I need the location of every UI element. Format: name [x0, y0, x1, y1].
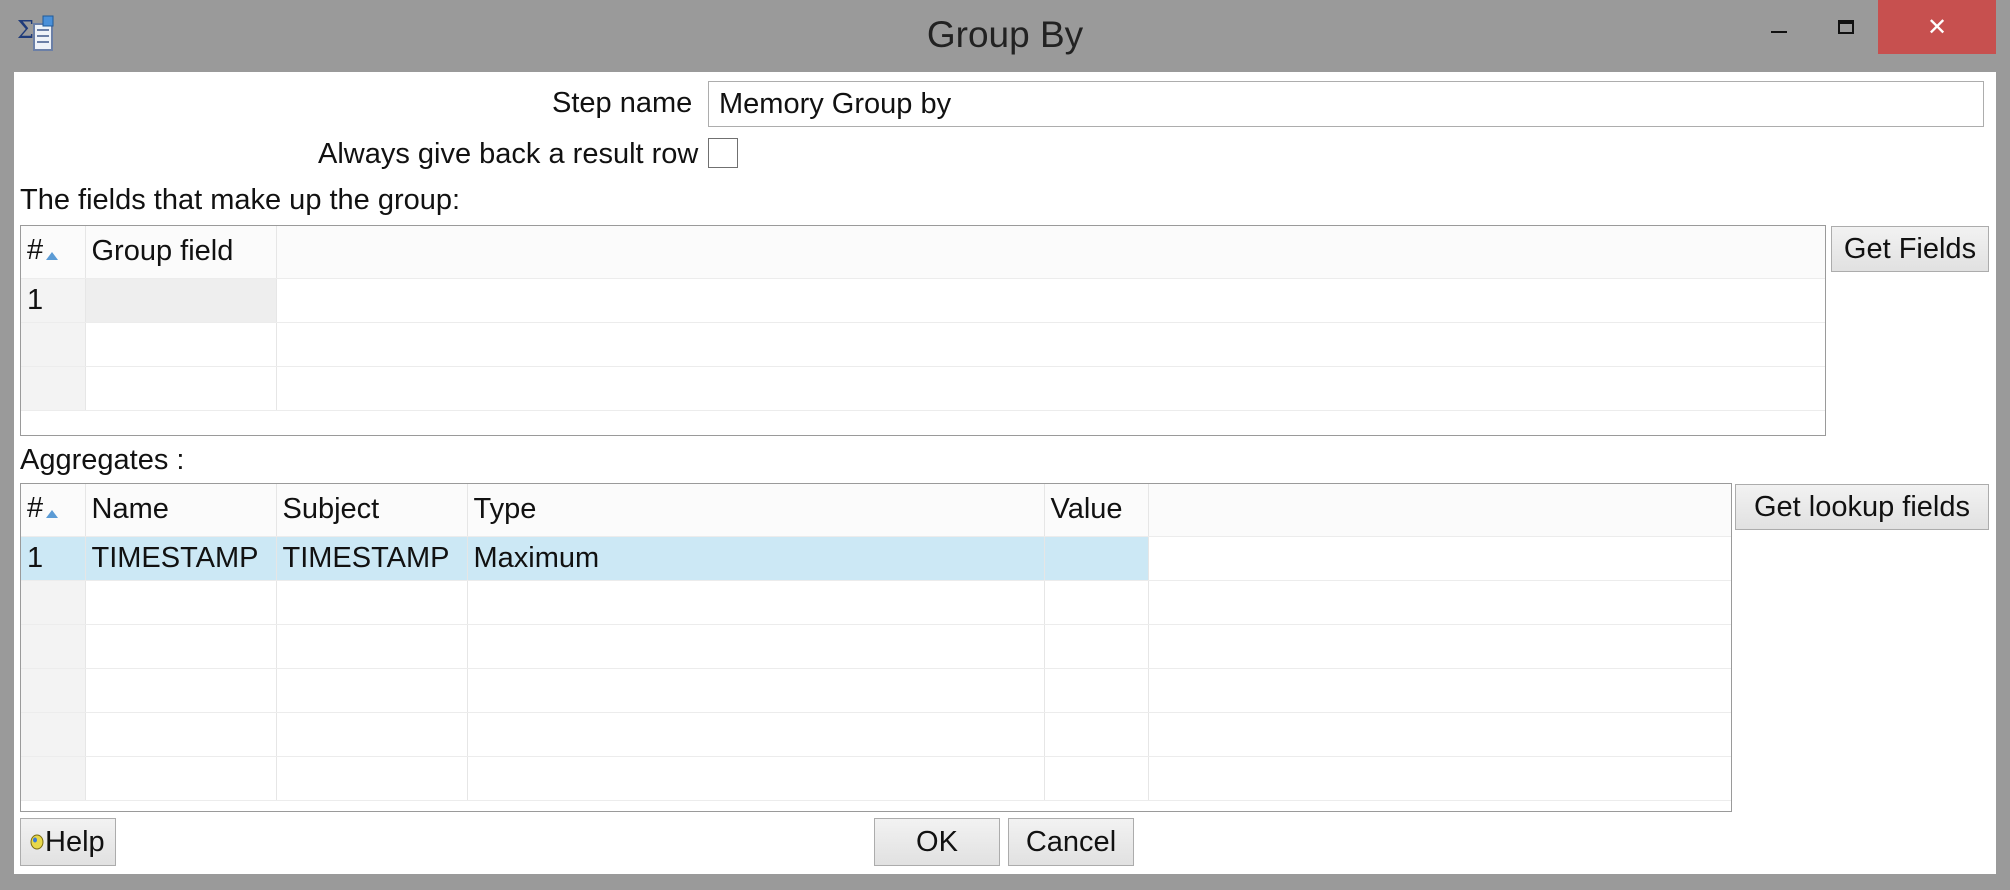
always-result-label: Always give back a result row — [318, 138, 699, 170]
table-row[interactable] — [21, 756, 1731, 801]
table-row[interactable] — [21, 668, 1731, 713]
filler-cell — [1148, 712, 1731, 757]
name-cell[interactable] — [85, 668, 277, 713]
subject-cell[interactable] — [276, 580, 468, 625]
value-cell[interactable] — [1044, 536, 1149, 581]
row-number-cell[interactable] — [21, 322, 86, 367]
value-cell[interactable] — [1044, 580, 1149, 625]
minimize-button[interactable] — [1748, 0, 1810, 54]
value-cell[interactable] — [1044, 756, 1149, 801]
help-icon — [30, 834, 44, 850]
column-header-group-field[interactable]: Group field — [85, 226, 277, 279]
filler-cell — [1148, 756, 1731, 801]
group-field-cell[interactable] — [85, 366, 277, 411]
column-header-rownum[interactable]: # — [21, 226, 86, 279]
ok-button[interactable]: OK — [874, 818, 1000, 866]
filler-cell — [1148, 668, 1731, 713]
group-field-cell[interactable] — [85, 322, 277, 367]
table-row[interactable] — [21, 580, 1731, 625]
row-number-cell[interactable]: 1 — [21, 278, 86, 323]
help-button[interactable]: Help — [20, 818, 116, 866]
column-header-subject[interactable]: Subject — [276, 484, 468, 537]
filler-cell — [1148, 624, 1731, 669]
row-number-cell[interactable] — [21, 712, 86, 757]
get-fields-button[interactable]: Get Fields — [1831, 226, 1989, 272]
table-row[interactable] — [21, 366, 1825, 411]
type-cell[interactable] — [467, 668, 1045, 713]
group-fields-table[interactable]: # Group field 1 — [20, 225, 1826, 436]
type-cell[interactable] — [467, 712, 1045, 757]
dialog-window: Σ Group By ✕ Step name Memory Group by A… — [0, 0, 2010, 890]
minimize-icon — [1771, 31, 1787, 33]
maximize-icon — [1838, 20, 1854, 34]
always-result-checkbox[interactable] — [708, 138, 738, 168]
subject-cell[interactable] — [276, 668, 468, 713]
step-name-input[interactable]: Memory Group by — [708, 81, 1984, 127]
value-cell[interactable] — [1044, 624, 1149, 669]
table-row[interactable]: 1 — [21, 278, 1825, 323]
aggregates-label: Aggregates : — [20, 444, 185, 476]
value-cell[interactable] — [1044, 712, 1149, 757]
table-header-row: # Name Subject Type Value — [21, 484, 1731, 537]
type-cell[interactable]: Maximum — [467, 536, 1045, 581]
table-row[interactable] — [21, 322, 1825, 367]
name-cell[interactable]: TIMESTAMP — [85, 536, 277, 581]
maximize-button[interactable] — [1815, 0, 1877, 54]
row-number-cell[interactable] — [21, 624, 86, 669]
filler-cell — [1148, 536, 1731, 581]
column-header-value[interactable]: Value — [1044, 484, 1149, 537]
column-header-type[interactable]: Type — [467, 484, 1045, 537]
row-number-cell[interactable] — [21, 756, 86, 801]
column-header-name[interactable]: Name — [85, 484, 277, 537]
row-number-cell[interactable] — [21, 668, 86, 713]
name-cell[interactable] — [85, 580, 277, 625]
column-header-rownum[interactable]: # — [21, 484, 86, 537]
subject-cell[interactable]: TIMESTAMP — [276, 536, 468, 581]
name-cell[interactable] — [85, 712, 277, 757]
table-row[interactable] — [21, 624, 1731, 669]
title-bar: Σ Group By ✕ — [0, 0, 2010, 72]
filler-cell — [1148, 580, 1731, 625]
row-number-cell[interactable]: 1 — [21, 536, 86, 581]
cancel-button[interactable]: Cancel — [1008, 818, 1134, 866]
table-row-selected[interactable]: 1 TIMESTAMP TIMESTAMP Maximum — [21, 536, 1731, 581]
row-number-cell[interactable] — [21, 366, 86, 411]
table-row[interactable] — [21, 712, 1731, 757]
type-cell[interactable] — [467, 756, 1045, 801]
sort-ascending-icon — [45, 494, 59, 527]
row-number-cell[interactable] — [21, 580, 86, 625]
get-lookup-fields-button[interactable]: Get lookup fields — [1735, 484, 1989, 530]
column-header-filler — [1148, 484, 1731, 537]
type-cell[interactable] — [467, 580, 1045, 625]
column-header-filler — [276, 226, 1825, 279]
dialog-body: Step name Memory Group by Always give ba… — [14, 72, 1996, 874]
subject-cell[interactable] — [276, 624, 468, 669]
help-label: Help — [45, 825, 105, 858]
name-cell[interactable] — [85, 756, 277, 801]
sort-ascending-icon — [45, 236, 59, 269]
name-cell[interactable] — [85, 624, 277, 669]
filler-cell — [276, 278, 1825, 323]
value-cell[interactable] — [1044, 668, 1149, 713]
window-title: Group By — [926, 14, 1084, 55]
filler-cell — [276, 366, 1825, 411]
close-icon: ✕ — [1926, 13, 1948, 41]
close-button[interactable]: ✕ — [1878, 0, 1996, 54]
group-field-cell[interactable] — [85, 278, 277, 323]
aggregates-table[interactable]: # Name Subject Type Value 1 TIMESTAMP TI… — [20, 483, 1732, 812]
filler-cell — [276, 322, 1825, 367]
subject-cell[interactable] — [276, 712, 468, 757]
table-header-row: # Group field — [21, 226, 1825, 279]
type-cell[interactable] — [467, 624, 1045, 669]
step-name-label: Step name — [552, 87, 693, 119]
group-fields-label: The fields that make up the group: — [20, 184, 461, 216]
subject-cell[interactable] — [276, 756, 468, 801]
